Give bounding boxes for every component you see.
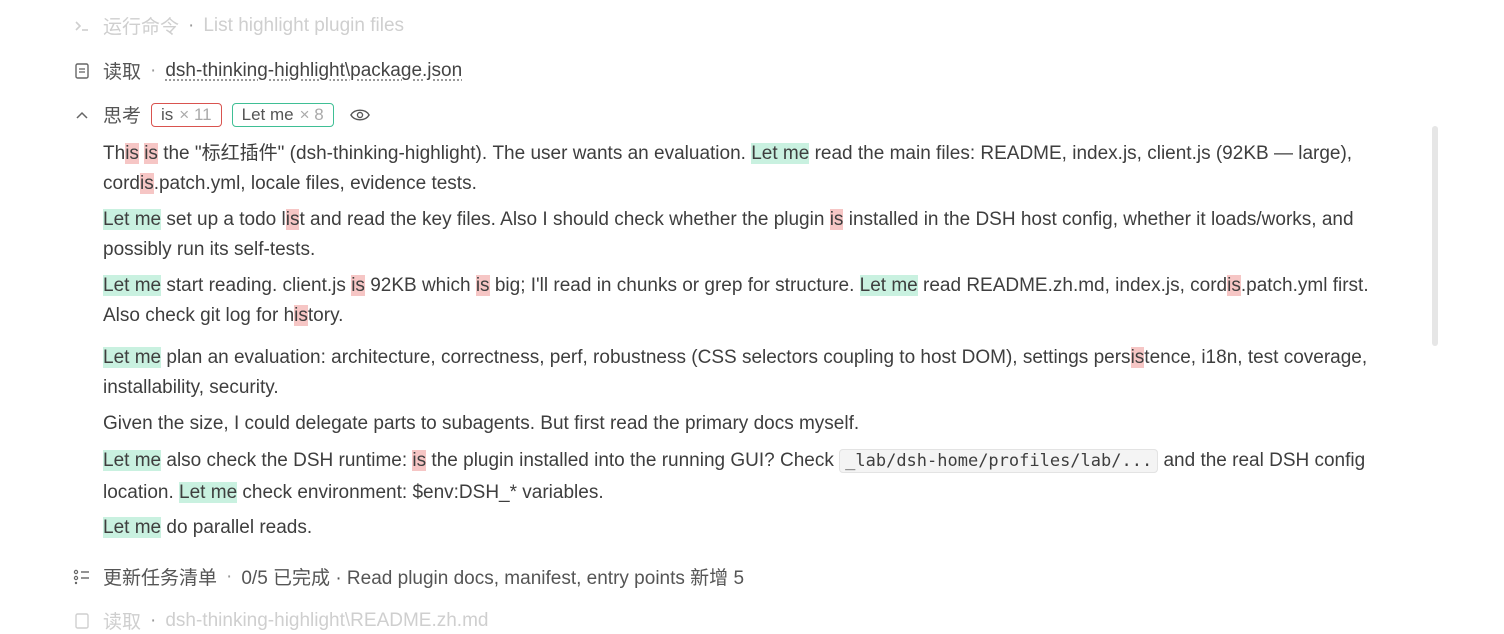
chevron-up-icon[interactable] [72,105,92,125]
eye-icon[interactable] [349,105,370,125]
paragraph-text: .patch.yml, locale files, evidence tests… [153,173,477,194]
paragraph-text: big; I'll read in chunks or grep for str… [489,275,860,296]
highlight-is: is [1130,347,1145,368]
highlight-let-me: Let me [103,450,162,471]
thinking-paragraph: Let me also check the DSH runtime: is th… [103,445,1403,509]
highlight-is: is [351,275,365,296]
highlight-let-me: Let me [751,143,810,164]
paragraph-text: read README.zh.md, index.js, cord [917,275,1228,296]
highlight-is: is [475,275,490,296]
paragraph-text: set up a todo l [161,209,286,230]
step-label: 更新任务清单 [103,568,218,589]
paragraph-text: Given the size, I could delegate parts t… [103,413,860,434]
separator-dot: · [150,59,157,81]
step-thinking-header[interactable]: 思考 is × 11 Let me × 8 [72,101,381,128]
highlight-is: is [294,305,308,326]
highlight-chip-let-me[interactable]: Let me × 8 [231,102,334,127]
separator-dot: · [226,565,233,587]
thinking-paragraph: Given the size, I could delegate parts t… [103,409,1403,439]
paragraph-text: check environment: $env:DSH_* variables. [237,482,604,503]
step-label: 思考 [103,106,142,127]
thinking-paragraph: Let me plan an evaluation: architecture,… [103,343,1403,403]
thinking-paragraph: Let me start reading. client.js is 92KB … [103,271,1403,331]
scrollbar-thumb[interactable] [1432,126,1438,346]
highlight-is: is [139,173,154,194]
step-detail: 0/5 已完成 · Read plugin docs, manifest, en… [241,568,745,589]
separator-dot: · [150,609,157,631]
thinking-paragraph: This is the "标红插件" (dsh-thinking-highlig… [103,139,1403,199]
highlight-let-me: Let me [103,209,162,230]
highlight-is: is [285,209,300,230]
highlight-let-me: Let me [859,275,918,296]
paragraph-text: the "标红插件" (dsh-thinking-highlight). The… [157,143,752,164]
highlight-let-me: Let me [103,275,162,296]
step-update-todo[interactable]: 更新任务清单 · 0/5 已完成 · Read plugin docs, man… [72,563,744,590]
highlight-chip-is[interactable]: is × 11 [151,102,222,127]
file-icon [72,61,92,81]
thinking-paragraph: Let me do parallel reads. [103,513,1403,543]
highlight-is: is [1227,275,1241,296]
step-detail: dsh-thinking-highlight\README.zh.md [165,609,489,631]
thinking-paragraph: Let me set up a todo list and read the k… [103,205,1403,265]
file-path-link[interactable]: dsh-thinking-highlight\package.json [165,60,462,82]
highlight-is: is [125,143,139,164]
list-icon [72,567,92,587]
paragraph-text: t and read the key files. Also I should … [299,209,830,230]
step-read-file[interactable]: 读取 · dsh-thinking-highlight\package.json [72,57,462,84]
terminal-icon [72,16,92,36]
paragraph-text: the plugin installed into the running GU… [426,450,840,471]
paragraph-text: do parallel reads. [161,517,313,538]
paragraph-text: 92KB which [364,275,476,296]
highlight-is: is [412,450,427,471]
paragraph-text: start reading. client.js [161,275,352,296]
paragraph-text: tory. [307,305,344,326]
inline-code: _lab/dsh-home/profiles/lab/... [839,449,1159,473]
step-label: 运行命令 [103,17,180,38]
highlight-let-me: Let me [103,517,162,538]
highlight-is: is [829,209,844,230]
file-icon [72,611,92,631]
paragraph-text: also check the DSH runtime: [161,450,413,471]
paragraph-text: plan an evaluation: architecture, correc… [161,347,1131,368]
step-label: 读取 [103,612,142,633]
step-label: 读取 [103,62,142,83]
paragraph-text: Th [103,143,126,164]
step-read-file-next[interactable]: 读取 · dsh-thinking-highlight\README.zh.md [72,607,488,634]
highlight-let-me: Let me [103,347,162,368]
highlight-is: is [144,143,158,164]
separator-dot: · [188,14,195,36]
step-run-command[interactable]: 运行命令 · List highlight plugin files [72,12,404,39]
step-detail: List highlight plugin files [203,14,405,36]
highlight-let-me: Let me [179,482,238,503]
